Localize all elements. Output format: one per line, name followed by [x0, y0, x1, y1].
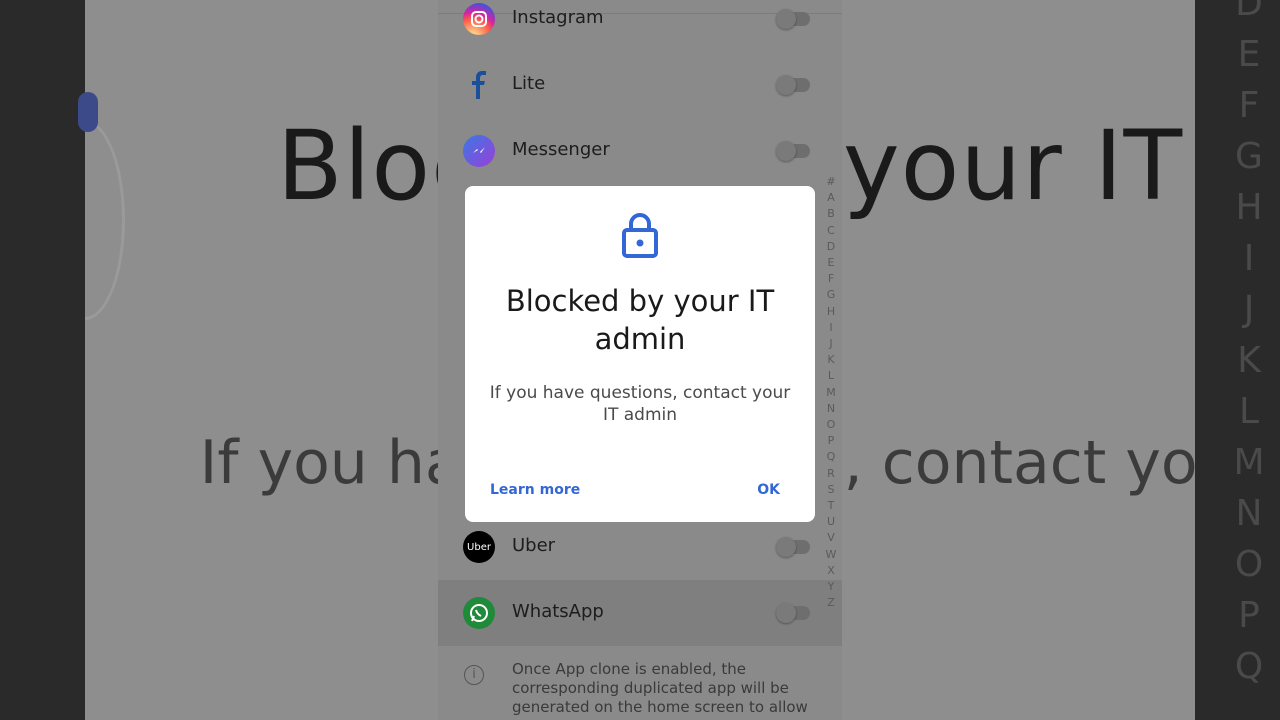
dialog-title: Blocked by your IT admin [505, 284, 775, 356]
messenger-icon [463, 135, 495, 167]
app-clone-toggle[interactable] [776, 141, 810, 161]
whatsapp-icon [463, 597, 495, 629]
app-row-lite[interactable]: Lite [438, 52, 842, 118]
app-row-instagram[interactable]: Instagram [438, 0, 842, 52]
info-icon: i [464, 665, 484, 685]
index-letter[interactable]: # [826, 174, 835, 190]
background-letter: P [1238, 595, 1260, 636]
background-letter: K [1237, 340, 1261, 381]
index-letter[interactable]: L [828, 368, 834, 384]
index-letter[interactable]: V [827, 530, 835, 546]
app-label: WhatsApp [512, 601, 604, 622]
background-letter: N [1235, 493, 1263, 534]
background-letter: E [1237, 34, 1261, 75]
app-row-whatsapp[interactable]: WhatsApp [438, 580, 842, 646]
index-letter[interactable]: A [827, 190, 835, 206]
app-row-uber[interactable]: Uber Uber [438, 514, 842, 580]
index-letter[interactable]: T [828, 498, 835, 514]
app-label: Messenger [512, 139, 610, 160]
index-letter[interactable]: Z [827, 595, 835, 611]
background-letter: H [1235, 187, 1263, 228]
background-letter: Q [1234, 646, 1264, 687]
app-clone-toggle[interactable] [776, 537, 810, 557]
index-letter[interactable]: G [827, 287, 836, 303]
background-letter: L [1238, 391, 1260, 432]
alphabet-index-bar[interactable]: # A B C D E F G H I J K L M N O P Q R S T U V W X Y Z [822, 174, 840, 611]
index-letter[interactable]: M [826, 385, 836, 401]
background-letter: I [1243, 238, 1255, 279]
app-label: Uber [512, 535, 556, 556]
background-icon-fragment [78, 92, 98, 132]
index-letter[interactable]: D [827, 239, 835, 255]
index-letter[interactable]: S [828, 482, 835, 498]
index-letter[interactable]: W [826, 547, 837, 563]
app-label: Instagram [512, 7, 604, 28]
blocked-dialog: Blocked by your IT admin If you have que… [465, 186, 815, 522]
index-letter[interactable]: P [828, 433, 835, 449]
app-row-messenger[interactable]: Messenger [438, 118, 842, 184]
learn-more-button[interactable]: Learn more [490, 482, 580, 498]
instagram-icon [463, 3, 495, 35]
app-clone-toggle[interactable] [776, 9, 810, 29]
index-letter[interactable]: R [827, 466, 835, 482]
index-letter[interactable]: K [827, 352, 834, 368]
index-letter[interactable]: U [827, 514, 835, 530]
index-letter[interactable]: Q [827, 449, 836, 465]
background-letter: M [1233, 442, 1265, 483]
index-letter[interactable]: I [829, 320, 832, 336]
background-letter: O [1234, 544, 1264, 585]
app-clone-toggle[interactable] [776, 603, 810, 623]
index-letter[interactable]: O [827, 417, 836, 433]
index-letter[interactable]: Y [828, 579, 835, 595]
index-letter[interactable]: H [827, 304, 835, 320]
app-clone-toggle[interactable] [776, 75, 810, 95]
index-letter[interactable]: E [828, 255, 835, 271]
uber-icon: Uber [463, 531, 495, 563]
dialog-message: If you have questions, contact your IT a… [489, 383, 791, 425]
facebook-lite-icon [463, 69, 495, 101]
index-letter[interactable]: N [827, 401, 835, 417]
info-section: i Once App clone is enabled, the corresp… [438, 646, 842, 720]
background-letter: J [1243, 289, 1255, 330]
index-letter[interactable]: B [827, 206, 835, 222]
index-letter[interactable]: J [829, 336, 832, 352]
background-alphabet: DEFGHIJKLMNOPQ [1232, 0, 1266, 692]
info-text: Once App clone is enabled, the correspon… [512, 660, 808, 716]
ok-button[interactable]: OK [757, 482, 780, 498]
app-label: Lite [512, 73, 546, 94]
background-decoration [85, 120, 125, 320]
index-letter[interactable]: X [827, 563, 835, 579]
background-letter: D [1235, 0, 1263, 24]
background-letter: G [1235, 136, 1263, 177]
index-letter[interactable]: F [828, 271, 834, 287]
index-letter[interactable]: C [827, 223, 835, 239]
background-letter: F [1238, 85, 1260, 126]
lock-icon [622, 213, 658, 258]
